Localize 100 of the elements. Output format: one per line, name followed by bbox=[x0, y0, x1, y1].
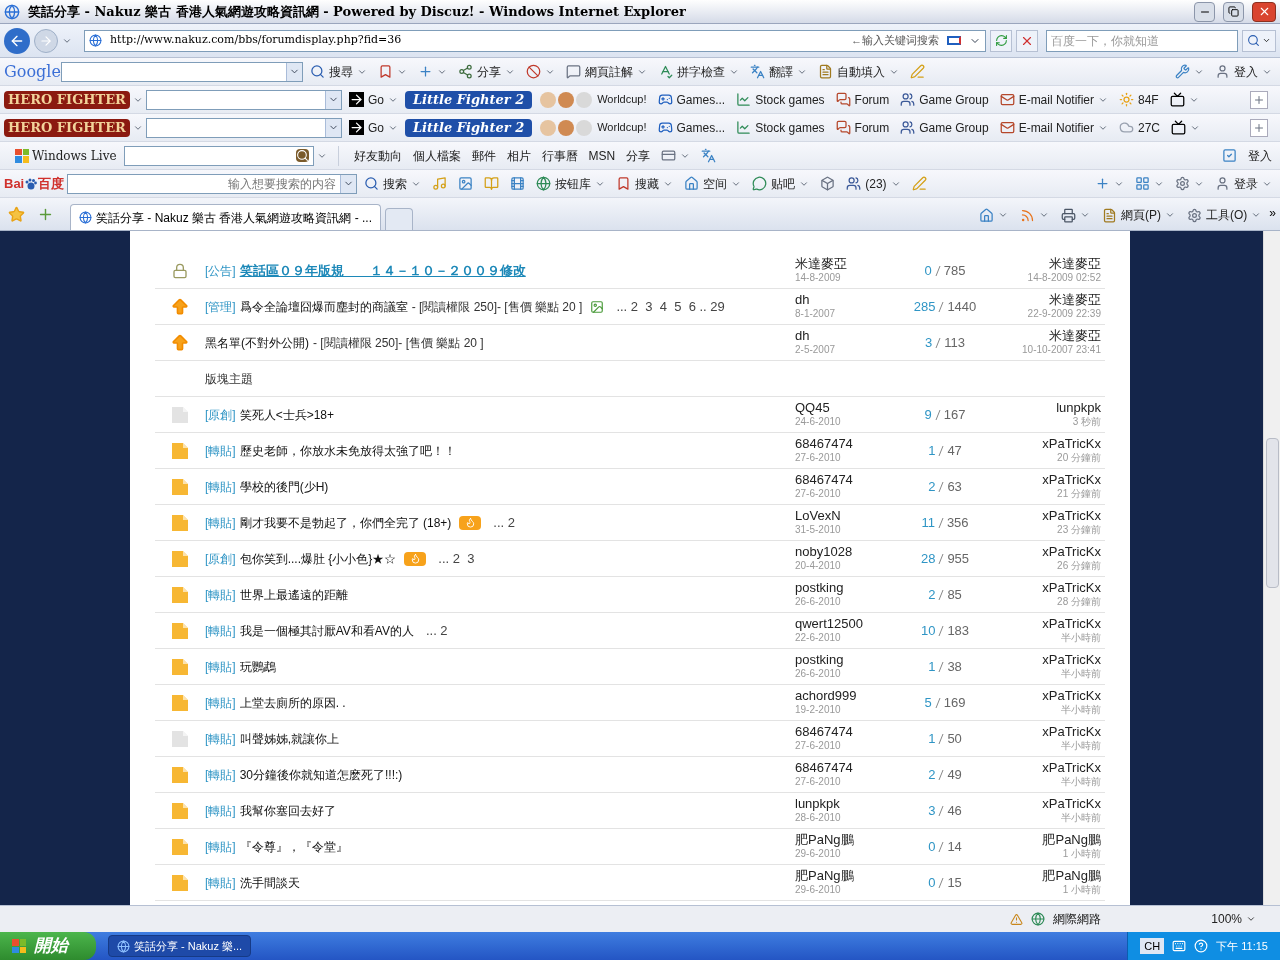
worldcup-button[interactable]: Worldcup! bbox=[535, 88, 651, 111]
toolbar-button[interactable]: Game Group bbox=[896, 88, 993, 111]
toolbar-button[interactable]: Games... bbox=[653, 116, 730, 139]
author-link[interactable]: 米達麥亞 bbox=[795, 256, 895, 273]
add-button[interactable] bbox=[1250, 90, 1268, 109]
category-link[interactable]: [公告] bbox=[205, 261, 236, 280]
language-indicator[interactable]: CH bbox=[1140, 937, 1165, 955]
last-poster-link[interactable]: xPaTricKx bbox=[1042, 616, 1101, 633]
browser-tab[interactable]: 笑話分享 - Nakuz 樂古 香港人氣網遊攻略資訊網 - ... bbox=[70, 204, 381, 230]
address-field[interactable]: http://www.nakuz.com/bbs/forumdisplay.php?fid=36 ←输入关键词搜索 bbox=[84, 29, 986, 52]
topic-link[interactable]: 笑話區０９年版規 １４－１０－２００９修改 bbox=[239, 260, 526, 281]
toolbar-button[interactable]: 搜索 bbox=[360, 172, 426, 195]
logo-button[interactable]: Little Fighter 2 bbox=[404, 118, 533, 137]
toolbar-button[interactable]: 登入 bbox=[1244, 144, 1276, 167]
minimize-button[interactable] bbox=[1194, 1, 1215, 22]
toolbar-button[interactable]: 工具(O) bbox=[1183, 204, 1266, 226]
toolbar-button[interactable]: Go bbox=[344, 88, 402, 111]
topic-link[interactable]: 剛才我要不是勃起了，你們全完了 (18+) bbox=[239, 513, 452, 532]
back-button[interactable] bbox=[4, 27, 30, 54]
category-link[interactable]: [轉貼] bbox=[205, 477, 236, 496]
zoom-button[interactable]: 100% bbox=[1211, 910, 1256, 928]
toolbar-button[interactable]: 自動填入 bbox=[814, 60, 903, 83]
category-link[interactable]: [轉貼] bbox=[205, 693, 236, 712]
toolbar-button[interactable]: Forum bbox=[831, 116, 894, 139]
author-link[interactable]: postking bbox=[795, 652, 895, 669]
forward-button[interactable] bbox=[34, 28, 58, 53]
toolbar-button[interactable]: E-mail Notifier bbox=[995, 116, 1112, 139]
author-link[interactable]: 肥PaNg鵬 bbox=[795, 832, 895, 849]
last-poster-link[interactable]: xPaTricKx bbox=[1042, 652, 1101, 669]
logo-button[interactable]: Little Fighter 2 bbox=[404, 90, 533, 109]
topic-link[interactable]: 我是一個極其討厭AV和看AV的人 bbox=[239, 621, 414, 640]
restore-button[interactable] bbox=[1223, 1, 1244, 22]
author-link[interactable]: dh bbox=[795, 328, 895, 345]
help-icon[interactable] bbox=[1194, 939, 1209, 953]
toolbar-button[interactable]: 相片 bbox=[502, 144, 535, 167]
page-links[interactable]: ... 2 3 bbox=[438, 548, 475, 569]
topic-link[interactable]: 上堂去廁所的原因. . bbox=[239, 693, 346, 712]
search-field[interactable] bbox=[145, 117, 342, 138]
toolbar-button[interactable]: Forum bbox=[831, 88, 894, 111]
toolbar-button[interactable]: 拼字檢查 bbox=[654, 60, 743, 83]
toolbar-button[interactable]: (23) bbox=[842, 172, 905, 195]
toolbar-button[interactable]: Stock games bbox=[732, 88, 829, 111]
last-poster-link[interactable]: xPaTricKx bbox=[1042, 580, 1101, 597]
page-links[interactable]: ... 2 3 4 5 6 .. 29 bbox=[616, 296, 725, 317]
topic-link[interactable]: 叫聲姊姊,就讓你上 bbox=[239, 729, 339, 748]
topic-link[interactable]: 學校的後門(少H) bbox=[239, 477, 329, 496]
category-link[interactable]: [轉貼] bbox=[205, 585, 236, 604]
topic-link[interactable]: 世界上最遙遠的距離 bbox=[239, 585, 348, 604]
keyboard-icon[interactable] bbox=[1172, 939, 1187, 953]
search-field[interactable] bbox=[123, 145, 314, 166]
taskbar-button[interactable]: 笑話分享 - Nakuz 樂... bbox=[108, 935, 252, 957]
topic-link[interactable]: 30分鐘後你就知道怎麽死了!!!:) bbox=[239, 765, 403, 784]
author-link[interactable]: noby1028 bbox=[795, 544, 895, 561]
toolbar-button[interactable]: Stock games bbox=[732, 116, 829, 139]
topic-link[interactable]: 『令尊』，『令堂』 bbox=[239, 837, 348, 856]
last-poster-link[interactable]: xPaTricKx bbox=[1042, 796, 1101, 813]
category-link[interactable]: [轉貼] bbox=[205, 765, 236, 784]
category-link[interactable]: [轉貼] bbox=[205, 801, 236, 820]
category-link[interactable]: [原創] bbox=[205, 549, 236, 568]
last-poster-link[interactable]: 肥PaNg鵬 bbox=[1042, 868, 1101, 885]
last-poster-link[interactable]: xPaTricKx bbox=[1042, 760, 1101, 777]
category-link[interactable]: [管理] bbox=[205, 297, 236, 316]
toolbar-button[interactable]: 網頁註解 bbox=[562, 60, 651, 83]
page-links[interactable]: ... 2 bbox=[493, 512, 516, 533]
stop-button[interactable] bbox=[1016, 29, 1038, 52]
toolbar-button[interactable]: 郵件 bbox=[467, 144, 500, 167]
category-link[interactable]: [轉貼] bbox=[205, 513, 236, 532]
author-link[interactable]: 68467474 bbox=[795, 436, 895, 453]
topic-link[interactable]: 黑名單(不對外公開) bbox=[205, 333, 309, 352]
toolbar-button[interactable]: 贴吧 bbox=[748, 172, 814, 195]
category-link[interactable]: [轉貼] bbox=[205, 873, 236, 892]
topic-link[interactable]: 笑死人<士兵>18+ bbox=[239, 405, 335, 424]
toolbar-button[interactable]: 好友動向 bbox=[349, 144, 406, 167]
category-link[interactable]: [轉貼] bbox=[205, 621, 236, 640]
category-link[interactable]: [轉貼] bbox=[205, 837, 236, 856]
last-poster-link[interactable]: 肥PaNg鵬 bbox=[1042, 832, 1101, 849]
author-link[interactable]: achord999 bbox=[795, 688, 895, 705]
search-field[interactable] bbox=[145, 89, 342, 110]
last-poster-link[interactable]: 米達麥亞 bbox=[1049, 256, 1101, 273]
toolbar-button[interactable]: MSN bbox=[584, 144, 620, 167]
author-link[interactable]: QQ45 bbox=[795, 400, 895, 417]
last-poster-link[interactable]: xPaTricKx bbox=[1042, 508, 1101, 525]
topic-link[interactable]: 我幫你塞回去好了 bbox=[239, 801, 336, 820]
topic-link[interactable]: 爲令全論壇囧爆而塵封的商議室 bbox=[239, 297, 408, 316]
more-button[interactable]: » bbox=[1269, 204, 1276, 222]
add-favorite-icon[interactable] bbox=[37, 206, 54, 223]
refresh-button[interactable] bbox=[990, 29, 1012, 52]
topic-link[interactable]: 洗手間談天 bbox=[239, 873, 300, 892]
last-poster-link[interactable]: xPaTricKx bbox=[1042, 436, 1101, 453]
close-button[interactable] bbox=[1252, 1, 1276, 22]
last-poster-link[interactable]: 米達麥亞 bbox=[1049, 328, 1101, 345]
toolbar-button[interactable]: 搜尋 bbox=[306, 60, 371, 83]
search-button[interactable] bbox=[1242, 29, 1276, 52]
toolbar-button[interactable]: 行事曆 bbox=[537, 144, 582, 167]
author-link[interactable]: postking bbox=[795, 580, 895, 597]
toolbar-button[interactable]: 翻譯 bbox=[746, 60, 811, 83]
author-link[interactable]: qwert12500 bbox=[795, 616, 895, 633]
toolbar-button[interactable]: 27C bbox=[1115, 116, 1164, 139]
scrollbar[interactable] bbox=[1263, 231, 1280, 905]
author-link[interactable]: LoVexN bbox=[795, 508, 895, 525]
